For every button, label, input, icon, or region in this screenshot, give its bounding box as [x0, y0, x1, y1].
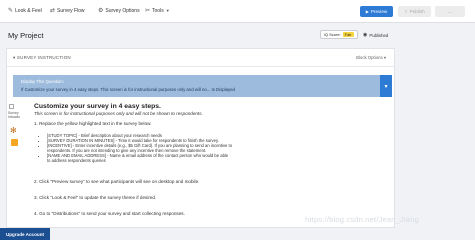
display-logic-banner[interactable]: Display This Question: If Customize your…	[13, 75, 392, 97]
question-heading: Customize your survey in 4 easy steps.	[34, 103, 161, 110]
top-toolbar: ✎ Look & Feel ⇄ Survey Flow ⚙ Survey Opt…	[0, 0, 475, 23]
gear-icon[interactable]: ✻	[10, 126, 17, 135]
chevron-down-icon[interactable]: ▾	[380, 75, 392, 97]
more-options-button[interactable]: ...	[435, 6, 465, 17]
display-logic-title: Display This Question:	[21, 79, 64, 84]
question-id-label: Survey Intructio	[8, 111, 21, 119]
tools-label: Tools	[152, 7, 164, 14]
score-label: iQ Score:	[324, 32, 341, 37]
more-label: ...	[447, 8, 453, 15]
survey-options-button[interactable]: ⚙ Survey Options	[98, 7, 140, 15]
survey-flow-label: Survey Flow	[57, 7, 85, 14]
paintbrush-icon: ✎	[8, 8, 14, 14]
chevron-down-icon: ▾	[383, 55, 386, 60]
survey-flow-button[interactable]: ⇄ Survey Flow	[50, 7, 85, 15]
survey-options-label: Survey Options	[105, 7, 140, 14]
iq-score-button[interactable]: iQ Score: Fair	[320, 30, 358, 39]
watermark-text: https://blog.csdn.net/Jean_Jiang	[305, 215, 419, 224]
upgrade-account-button[interactable]: Upgrade Account	[0, 228, 50, 240]
question-select-checkbox[interactable]	[9, 104, 14, 109]
published-status: ◉ Published	[363, 32, 388, 38]
look-feel-label: Look & Feel	[15, 7, 42, 14]
step-1-bullets: [STUDY TOPIC] - Brief description about …	[41, 133, 232, 163]
question-subheading: This screen is for instructional purpose…	[34, 111, 203, 116]
display-logic-condition: If Customize your survey in 4 easy steps…	[21, 87, 235, 92]
block-options-label: Block Options	[356, 55, 383, 60]
chevron-down-icon: ▼	[165, 8, 170, 13]
published-label: Published	[369, 32, 389, 38]
publish-button[interactable]: ⇪ Publish	[398, 6, 431, 17]
preview-button[interactable]: ▶ Preview	[360, 6, 393, 17]
tools-menu[interactable]: ✂ Tools ▼	[145, 7, 170, 15]
preview-label: Preview	[370, 9, 388, 14]
step-3-text: 3. Click "Look & Feel" to update the sur…	[34, 195, 157, 200]
list-item: to address respondents queries	[47, 158, 106, 163]
survey-block: ▾ SURVEY INSTRUCTION Block Options ▾ Dis…	[6, 48, 395, 228]
upload-icon: ⇪	[404, 9, 408, 14]
check-circle-icon: ◉	[363, 32, 368, 38]
question-edit-icon[interactable]	[11, 139, 18, 146]
wrench-icon: ✂	[145, 8, 151, 14]
block-title-text: SURVEY INSTRUCTION	[16, 55, 71, 60]
play-icon: ▶	[365, 9, 369, 14]
step-4-text: 4. Go to "Distributions" to send your su…	[34, 211, 185, 216]
gear-icon: ⚙	[98, 8, 104, 14]
score-badge: Fair	[342, 32, 354, 37]
collapse-chevron-icon[interactable]: ▾	[13, 55, 15, 60]
block-options-menu[interactable]: Block Options ▾	[356, 55, 386, 61]
step-1-text: 1. Replace the yellow highlighted text i…	[34, 121, 152, 126]
flow-icon: ⇄	[50, 8, 56, 14]
project-title: My Project	[8, 31, 44, 40]
question-content[interactable]: Customize your survey in 4 easy steps. T…	[32, 103, 382, 216]
block-title[interactable]: ▾ SURVEY INSTRUCTION	[13, 55, 71, 61]
look-feel-button[interactable]: ✎ Look & Feel	[8, 7, 42, 15]
step-2-text: 2. Click "Preview survey" to see what pa…	[34, 179, 200, 184]
publish-label: Publish	[409, 9, 425, 14]
block-header: ▾ SURVEY INSTRUCTION Block Options ▾	[7, 49, 394, 67]
